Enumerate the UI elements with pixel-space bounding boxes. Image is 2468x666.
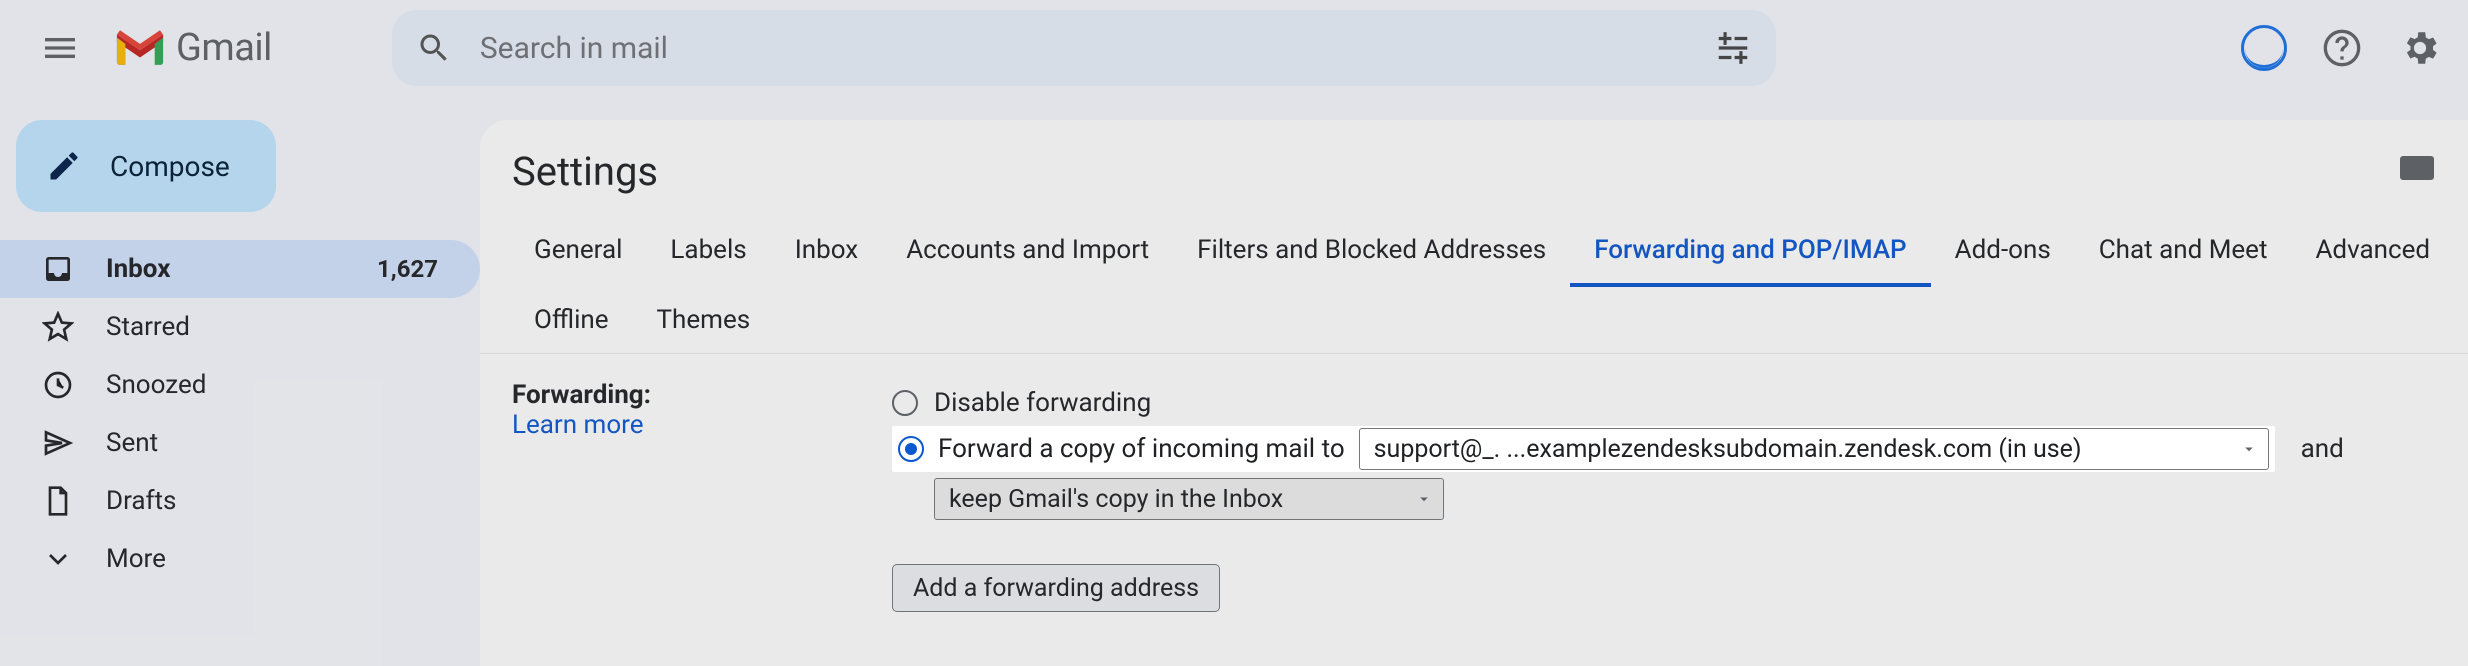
compose-label: Compose <box>110 150 230 183</box>
trailing-and: and <box>2301 434 2344 464</box>
add-forwarding-address-button[interactable]: Add a forwarding address <box>892 564 1220 612</box>
inbox-count: 1,627 <box>377 255 438 283</box>
gmail-icon <box>112 25 168 71</box>
send-icon <box>42 427 74 459</box>
tab-themes[interactable]: Themes <box>633 287 775 353</box>
pencil-icon <box>46 148 82 184</box>
search-input[interactable] <box>480 31 1714 66</box>
tab-offline[interactable]: Offline <box>510 287 633 353</box>
forward-address-select[interactable]: support@_. ...examplezendesksubdomain.ze… <box>1359 428 2269 470</box>
settings-heading: Settings <box>480 148 2468 195</box>
sidebar-item-sent[interactable]: Sent <box>0 414 480 472</box>
star-icon <box>42 311 74 343</box>
chevron-down-icon <box>2240 440 2258 458</box>
settings-button[interactable] <box>2396 24 2444 72</box>
tab-general[interactable]: General <box>510 217 646 287</box>
sidebar-item-label: Starred <box>106 312 190 342</box>
gear-icon <box>2399 27 2441 69</box>
settings-tabs: General Labels Inbox Accounts and Import… <box>480 217 2468 354</box>
file-icon <box>42 485 74 517</box>
tab-accounts-import[interactable]: Accounts and Import <box>882 217 1173 287</box>
keyboard-icon[interactable] <box>2400 156 2434 180</box>
tab-inbox[interactable]: Inbox <box>771 217 883 287</box>
keep-copy-value: keep Gmail's copy in the Inbox <box>949 485 1283 514</box>
search-icon <box>416 30 452 66</box>
status-indicator[interactable] <box>2240 24 2288 72</box>
main-menu-button[interactable] <box>24 12 96 84</box>
tab-chat-meet[interactable]: Chat and Meet <box>2075 217 2292 287</box>
keep-copy-select[interactable]: keep Gmail's copy in the Inbox <box>934 478 1444 520</box>
search-bar[interactable] <box>392 10 1776 86</box>
sidebar-item-label: Inbox <box>106 254 170 284</box>
tab-advanced[interactable]: Advanced <box>2291 217 2454 287</box>
sidebar-item-label: Sent <box>106 428 158 458</box>
sidebar-item-more[interactable]: More <box>0 530 480 588</box>
chevron-down-icon <box>42 543 74 575</box>
inbox-icon <box>42 253 74 285</box>
search-options-icon[interactable] <box>1714 29 1752 67</box>
forward-copy-label: Forward a copy of incoming mail to <box>938 434 1345 464</box>
tab-labels[interactable]: Labels <box>646 217 770 287</box>
sidebar-item-label: Snoozed <box>106 370 206 400</box>
sidebar-item-starred[interactable]: Starred <box>0 298 480 356</box>
disable-forwarding-radio[interactable] <box>892 390 918 416</box>
forward-copy-radio[interactable] <box>898 436 924 462</box>
compose-button[interactable]: Compose <box>16 120 276 212</box>
app-name: Gmail <box>176 26 272 70</box>
gmail-logo: Gmail <box>112 25 272 71</box>
hamburger-icon <box>40 28 80 68</box>
forward-address-value: support@_. ...examplezendesksubdomain.ze… <box>1374 435 2082 464</box>
clock-icon <box>42 369 74 401</box>
learn-more-link[interactable]: Learn more <box>512 410 644 440</box>
disable-forwarding-label: Disable forwarding <box>934 388 1151 418</box>
tab-addons[interactable]: Add-ons <box>1931 217 2075 287</box>
status-ring-icon <box>2241 25 2287 71</box>
help-icon <box>2322 28 2362 68</box>
tab-forwarding-pop-imap[interactable]: Forwarding and POP/IMAP <box>1570 217 1930 287</box>
forwarding-section-label: Forwarding: <box>512 380 651 410</box>
sidebar-item-snoozed[interactable]: Snoozed <box>0 356 480 414</box>
sidebar-item-inbox[interactable]: Inbox 1,627 <box>0 240 480 298</box>
chevron-down-icon <box>1415 490 1433 508</box>
add-forwarding-label: Add a forwarding address <box>913 574 1199 603</box>
tab-filters-blocked[interactable]: Filters and Blocked Addresses <box>1173 217 1570 287</box>
sidebar-item-label: More <box>106 544 166 574</box>
sidebar-item-label: Drafts <box>106 486 176 516</box>
sidebar-item-drafts[interactable]: Drafts <box>0 472 480 530</box>
help-button[interactable] <box>2318 24 2366 72</box>
